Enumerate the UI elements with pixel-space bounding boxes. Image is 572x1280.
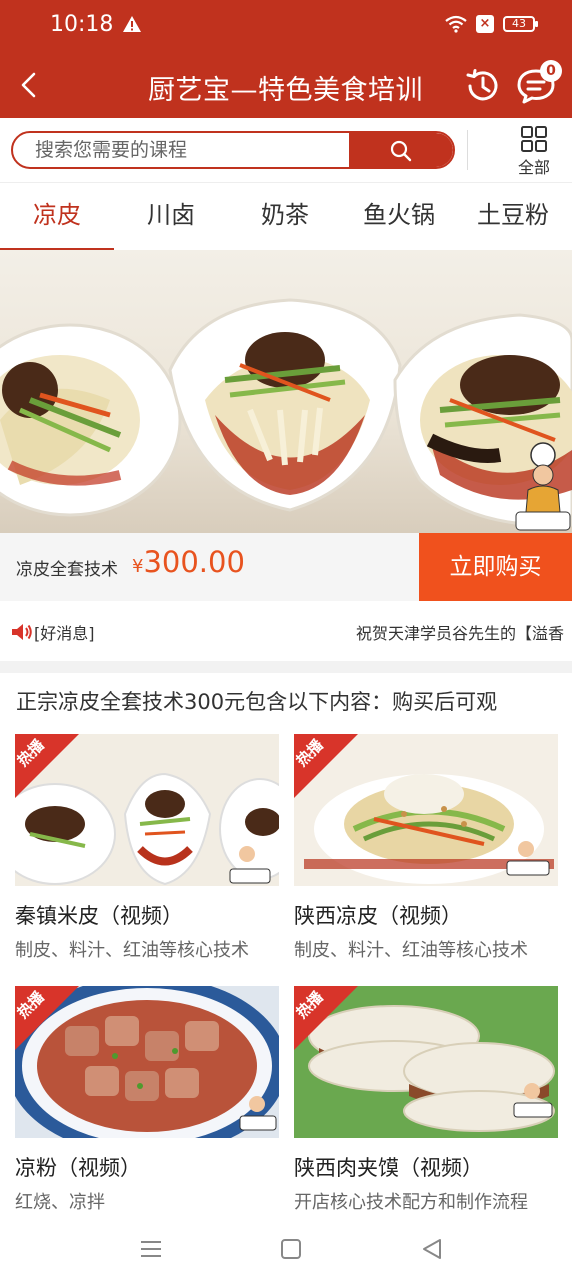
wifi-icon: [445, 15, 467, 33]
back-triangle-icon[interactable]: [418, 1234, 448, 1264]
battery-icon: 43: [503, 16, 538, 32]
course-description: 制皮、料汁、红油等核心技术: [294, 940, 528, 961]
course-thumbnail: 热播: [294, 734, 558, 886]
warning-icon: [123, 16, 141, 32]
all-categories-label: 全部: [517, 158, 550, 177]
buy-now-button[interactable]: 立即购买: [419, 533, 572, 601]
menu-lines-icon[interactable]: [136, 1234, 166, 1264]
search-icon: [390, 140, 412, 162]
course-thumbnail: 热播: [294, 986, 558, 1138]
tab-chuanlu[interactable]: 川卤: [114, 183, 228, 251]
news-text: 祝贺天津学员谷先生的【溢香: [356, 624, 565, 643]
news-tag: [好消息]: [34, 624, 95, 643]
news-ticker[interactable]: [好消息] 祝贺天津学员谷先生的【溢香: [0, 601, 572, 661]
all-categories-button[interactable]: 全部: [506, 126, 562, 177]
course-card[interactable]: 热播 秦镇米皮（视频） 制皮、料汁、红油等核心技术: [15, 734, 279, 961]
course-thumbnail: 热播: [15, 986, 279, 1138]
product-label: 凉皮全套技术: [16, 560, 118, 580]
history-clock-icon[interactable]: [464, 67, 502, 105]
course-thumbnail: 热播: [15, 734, 279, 886]
course-title: 秦镇米皮（视频）: [15, 904, 183, 928]
message-badge: 0: [540, 60, 562, 82]
course-description: 开店核心技术配方和制作流程: [294, 1192, 528, 1213]
system-nav-bar: [0, 1218, 572, 1280]
product-price: ¥300.00: [132, 545, 245, 579]
course-description: 红烧、凉拌: [15, 1192, 105, 1213]
status-time: 10:18: [50, 12, 114, 37]
intro-text: 正宗凉皮全套技术300元包含以下内容：购买后可观: [16, 690, 498, 714]
tab-naicha[interactable]: 奶茶: [228, 183, 342, 251]
back-arrow-icon[interactable]: [14, 68, 44, 102]
course-card[interactable]: 热播 凉粉（视频） 红烧、凉拌: [15, 986, 279, 1213]
search-input[interactable]: [13, 133, 351, 167]
speaker-icon: [12, 624, 32, 640]
course-description: 制皮、料汁、红油等核心技术: [15, 940, 249, 961]
course-title: 陕西肉夹馍（视频）: [294, 1156, 483, 1180]
app-header: 厨艺宝—特色美食培训 0: [0, 52, 572, 118]
price-value: 300.00: [143, 545, 245, 579]
home-square-icon[interactable]: [276, 1234, 306, 1264]
course-card[interactable]: 热播 陕西肉夹馍（视频） 开店核心技术配方和制作流程: [294, 986, 558, 1213]
product-banner-image[interactable]: [0, 250, 572, 533]
section-separator: [0, 661, 572, 673]
search-button[interactable]: [349, 133, 453, 167]
search-box: [11, 131, 455, 169]
currency-symbol: ¥: [132, 556, 144, 577]
search-row: 全部: [0, 118, 572, 182]
tab-liangpi[interactable]: 凉皮: [0, 183, 114, 251]
course-title: 凉粉（视频）: [15, 1156, 141, 1180]
status-bar: 10:18 × 43: [0, 0, 572, 52]
course-card[interactable]: 热播 陕西凉皮（视频） 制皮、料汁、红油等核心技术: [294, 734, 558, 961]
course-title: 陕西凉皮（视频）: [294, 904, 462, 928]
page-title: 厨艺宝—特色美食培训: [148, 75, 423, 106]
tab-tudoufen[interactable]: 土豆粉: [456, 183, 570, 251]
grid-icon: [521, 126, 547, 152]
tab-yuhuoguo[interactable]: 鱼火锅: [342, 183, 456, 251]
category-tabs: 凉皮 川卤 奶茶 鱼火锅 土豆粉: [0, 182, 572, 251]
sim-icon: ×: [476, 15, 494, 33]
price-bar: 凉皮全套技术 ¥300.00 立即购买: [0, 533, 572, 601]
divider: [467, 130, 468, 170]
